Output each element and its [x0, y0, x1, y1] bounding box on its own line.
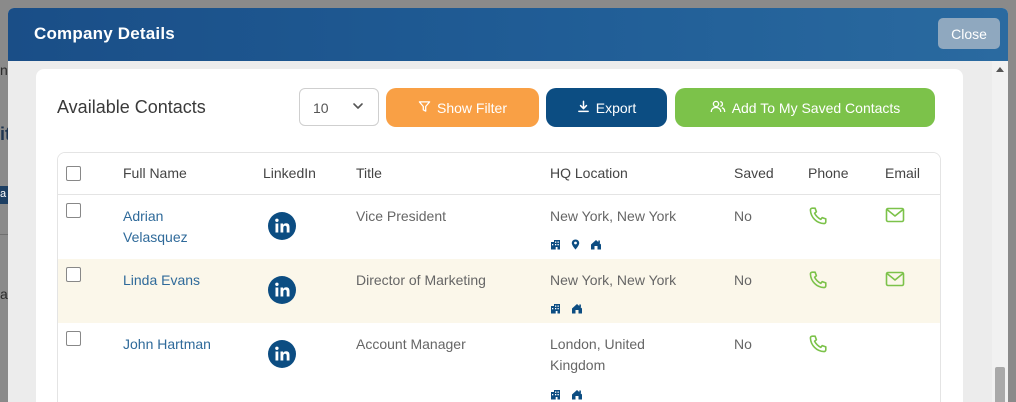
- modal-body: Available Contacts 10 Show Filter Export: [8, 61, 1008, 402]
- add-to-saved-contacts-button[interactable]: Add To My Saved Contacts: [675, 88, 935, 127]
- home-icon[interactable]: [571, 301, 583, 319]
- row-checkbox[interactable]: [66, 267, 81, 282]
- column-header-full-name[interactable]: Full Name: [123, 165, 187, 181]
- building-icon[interactable]: [550, 237, 561, 255]
- contact-title: Director of Marketing: [356, 272, 486, 288]
- filter-icon: [418, 100, 431, 116]
- location-icons: [550, 237, 602, 255]
- export-label: Export: [595, 99, 637, 116]
- phone-icon[interactable]: [808, 334, 828, 359]
- home-icon[interactable]: [571, 387, 583, 402]
- contact-name-link[interactable]: John Hartman: [123, 334, 211, 355]
- contact-name-link[interactable]: Linda Evans: [123, 270, 200, 291]
- company-details-modal: Company Details Close Available Contacts…: [8, 8, 1008, 402]
- column-header-saved[interactable]: Saved: [734, 165, 774, 181]
- email-icon[interactable]: [885, 207, 905, 228]
- add-to-saved-contacts-label: Add To My Saved Contacts: [731, 99, 901, 116]
- scrollbar-thumb[interactable]: [995, 367, 1005, 402]
- saved-status: No: [734, 272, 752, 288]
- modal-title: Company Details: [34, 24, 175, 43]
- backdrop-badge-text: a: [0, 188, 7, 200]
- export-button[interactable]: Export: [546, 88, 667, 127]
- hq-location-text: London, United: [550, 336, 645, 352]
- backdrop-text-fragment: a: [0, 286, 8, 302]
- backdrop-divider: [0, 234, 8, 235]
- select-all-checkbox[interactable]: [66, 166, 81, 181]
- contact-name-link[interactable]: Velasquez: [123, 227, 188, 248]
- column-header-phone[interactable]: Phone: [808, 165, 848, 181]
- hq-location-text: New York, New York: [550, 272, 677, 288]
- row-checkbox[interactable]: [66, 331, 81, 346]
- download-icon: [577, 100, 590, 116]
- contact-title: Account Manager: [356, 336, 466, 352]
- column-header-hq-location[interactable]: HQ Location: [550, 165, 628, 181]
- page-size-value: 10: [313, 100, 329, 116]
- table-row: Adrian Velasquez Vice President New York…: [58, 195, 940, 259]
- contact-name-link[interactable]: Adrian: [123, 206, 163, 227]
- modal-scrollbar[interactable]: [992, 61, 1008, 402]
- linkedin-icon[interactable]: [268, 276, 296, 304]
- backdrop-text-fragment: n: [0, 62, 8, 78]
- page-size-select[interactable]: 10: [299, 88, 379, 126]
- linkedin-icon[interactable]: [268, 212, 296, 240]
- contact-title: Vice President: [356, 208, 447, 224]
- table-row: Linda Evans Director of Marketing New Yo…: [58, 259, 940, 323]
- table-header: Full Name LinkedIn Title HQ Location Sav…: [58, 153, 940, 195]
- contacts-table: Full Name LinkedIn Title HQ Location Sav…: [57, 152, 941, 402]
- scroll-up-arrow-icon[interactable]: [996, 67, 1004, 72]
- chevron-down-icon: [352, 99, 364, 117]
- building-icon[interactable]: [550, 387, 561, 402]
- saved-status: No: [734, 208, 752, 224]
- contacts-card: Available Contacts 10 Show Filter Export: [36, 69, 963, 402]
- close-button[interactable]: Close: [938, 18, 1000, 49]
- phone-icon[interactable]: [808, 270, 828, 295]
- phone-icon[interactable]: [808, 206, 828, 231]
- column-header-linkedin[interactable]: LinkedIn: [263, 165, 316, 181]
- users-icon: [710, 100, 726, 116]
- row-checkbox[interactable]: [66, 203, 81, 218]
- show-filter-label: Show Filter: [436, 99, 508, 116]
- home-icon[interactable]: [590, 237, 602, 255]
- modal-header: Company Details Close: [8, 8, 1008, 61]
- table-row: John Hartman Account Manager London, Uni…: [58, 323, 940, 400]
- hq-location-text: Kingdom: [550, 357, 606, 373]
- card-title: Available Contacts: [57, 97, 206, 117]
- linkedin-icon[interactable]: [268, 340, 296, 368]
- hq-location-text: New York, New York: [550, 208, 677, 224]
- location-icons: [550, 387, 583, 402]
- column-header-title[interactable]: Title: [356, 165, 382, 181]
- email-icon[interactable]: [885, 271, 905, 292]
- location-icons: [550, 301, 583, 319]
- show-filter-button[interactable]: Show Filter: [386, 88, 539, 127]
- building-icon[interactable]: [550, 301, 561, 319]
- column-header-email[interactable]: Email: [885, 165, 920, 181]
- map-pin-icon[interactable]: [571, 237, 580, 255]
- saved-status: No: [734, 336, 752, 352]
